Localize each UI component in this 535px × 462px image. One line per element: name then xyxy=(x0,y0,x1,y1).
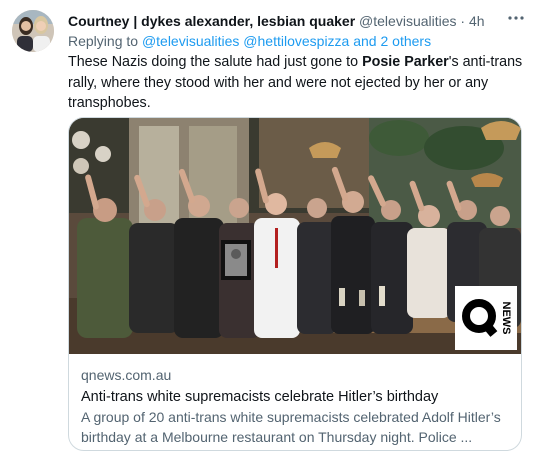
more-horizontal-icon xyxy=(508,16,524,20)
tweet-header: Courtney | dykes alexander, lesbian quak… xyxy=(68,11,508,31)
author-handle[interactable]: @televisualities xyxy=(359,13,456,29)
reply-targets-link[interactable]: @televisualities @hettilovespizza and 2 … xyxy=(142,33,431,49)
card-domain[interactable]: qnews.com.au xyxy=(81,366,171,384)
reply-prefix: Replying to xyxy=(68,33,139,49)
card-title[interactable]: Anti-trans white supremacists celebrate … xyxy=(81,387,511,407)
tweet[interactable]: Courtney | dykes alexander, lesbian quak… xyxy=(0,0,535,462)
tweet-text: These Nazis doing the salute had just go… xyxy=(68,52,523,114)
qnews-logo-word: NEWS xyxy=(500,302,512,335)
avatar[interactable] xyxy=(12,10,54,52)
timestamp[interactable]: 4h xyxy=(469,13,485,29)
card-photo[interactable]: NEWS xyxy=(69,118,521,354)
tweet-text-bold-name: Posie Parker xyxy=(362,54,449,70)
author-name[interactable]: Courtney | dykes alexander, lesbian quak… xyxy=(68,13,355,29)
reply-context: Replying to @televisualities @hettiloves… xyxy=(68,32,523,50)
more-options-button[interactable] xyxy=(506,8,526,28)
avatar-image xyxy=(12,10,54,52)
link-preview-card[interactable]: NEWS qnews.com.au Anti-trans white supre… xyxy=(68,117,522,451)
tweet-text-part1: These Nazis doing the salute had just go… xyxy=(68,54,363,70)
card-description[interactable]: A group of 20 anti-trans white supremaci… xyxy=(81,407,511,447)
separator-dot: · xyxy=(460,13,466,29)
